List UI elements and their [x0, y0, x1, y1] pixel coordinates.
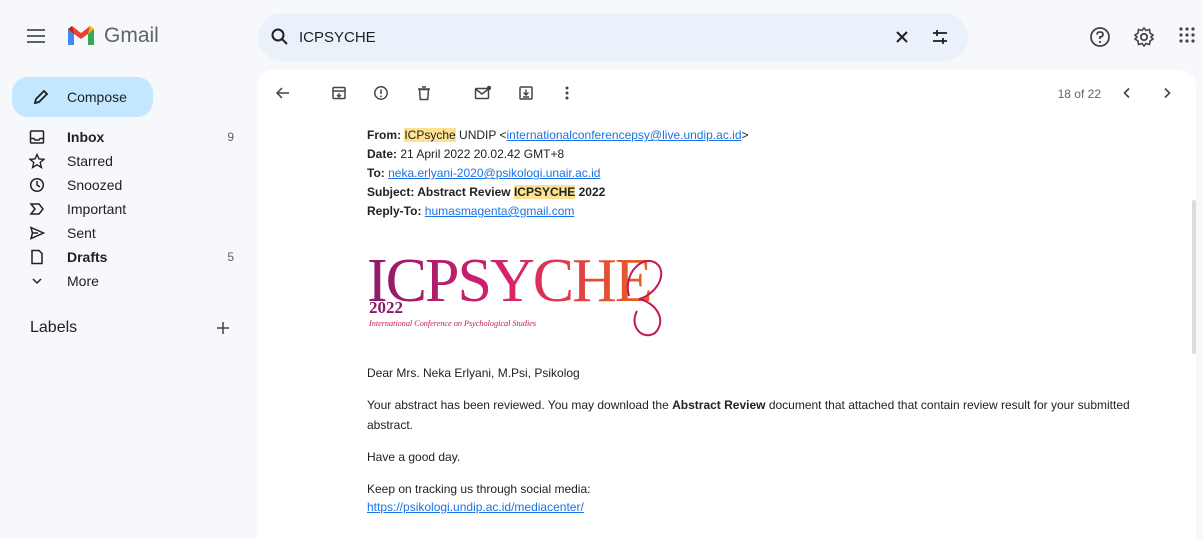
- clock-icon: [29, 177, 45, 193]
- logo-main-text: ICPSYCHE: [367, 247, 651, 315]
- important-icon: [29, 203, 44, 215]
- subject-tail: 2022: [575, 185, 606, 199]
- close-icon[interactable]: [892, 27, 912, 47]
- from-name: UNDIP <: [455, 128, 507, 142]
- sidebar-item-drafts[interactable]: Drafts 5: [0, 245, 256, 269]
- sidebar: Compose Inbox 9 Starred Snoozed Importan…: [0, 70, 256, 538]
- body-bold: Abstract Review: [672, 398, 766, 412]
- inbox-count: 9: [227, 130, 234, 144]
- compose-label: Compose: [67, 89, 127, 105]
- chevron-left-icon[interactable]: [1120, 86, 1134, 100]
- nav-list: Inbox 9 Starred Snoozed Important Sent D…: [0, 125, 256, 293]
- pager-count: 18 of 22: [1057, 87, 1101, 101]
- media-center-link[interactable]: https://psikologi.undip.ac.id/mediacente…: [367, 500, 584, 514]
- replyto-line: Reply-To: humasmagenta@gmail.com: [367, 202, 1157, 221]
- help-icon[interactable]: [1089, 26, 1111, 48]
- replyto-label: Reply-To:: [367, 204, 422, 218]
- message-toolbar: 18 of 22: [257, 70, 1196, 116]
- snooze-move-icon[interactable]: [517, 84, 535, 102]
- date-line: Date: 21 April 2022 20.02.42 GMT+8: [367, 145, 1157, 164]
- replyto-email-link[interactable]: humasmagenta@gmail.com: [425, 204, 575, 218]
- body-paragraph-1: Your abstract has been reviewed. You may…: [367, 395, 1157, 435]
- body-paragraph-3: Keep on tracking us through social media…: [367, 482, 591, 496]
- sidebar-item-more[interactable]: More: [0, 269, 256, 293]
- search-input[interactable]: ICPSYCHE: [299, 29, 376, 46]
- icpsyche-logo: ICPSYCHE 2022 International Conference o…: [367, 247, 663, 337]
- body-text: Your abstract has been reviewed. You may…: [367, 398, 673, 412]
- top-bar: Gmail ICPSYCHE: [0, 0, 1203, 70]
- star-icon: [29, 153, 45, 169]
- report-spam-icon[interactable]: [372, 84, 390, 102]
- send-icon: [29, 226, 45, 240]
- sidebar-item-label: Drafts: [67, 249, 108, 265]
- from-label: From:: [367, 128, 401, 142]
- add-label-icon[interactable]: [215, 320, 231, 336]
- gmail-m-icon: [68, 26, 94, 45]
- sidebar-item-label: Starred: [67, 153, 113, 169]
- subject-highlight: ICPSYCHE: [513, 185, 576, 199]
- search-options-icon[interactable]: [930, 27, 950, 47]
- from-close: >: [741, 128, 749, 142]
- apps-grid-icon[interactable]: [1178, 26, 1196, 44]
- mark-unread-icon[interactable]: [474, 84, 492, 102]
- more-vert-icon[interactable]: [558, 84, 576, 102]
- compose-button[interactable]: Compose: [12, 77, 153, 117]
- sidebar-item-snoozed[interactable]: Snoozed: [0, 173, 256, 197]
- from-email-link[interactable]: internationalconferencepsy@live.undip.ac…: [507, 128, 742, 142]
- pencil-icon: [33, 89, 49, 105]
- subject-line: Subject: Abstract Review ICPSYCHE 2022: [367, 183, 1157, 202]
- back-arrow-icon[interactable]: [274, 84, 292, 102]
- main-menu-icon[interactable]: [24, 24, 48, 48]
- chevron-down-icon: [32, 278, 42, 285]
- body-paragraph-2: Have a good day.: [367, 450, 461, 464]
- search-icon[interactable]: [270, 27, 290, 47]
- sidebar-item-inbox[interactable]: Inbox 9: [0, 125, 256, 149]
- gmail-logo-text: Gmail: [104, 24, 159, 47]
- date-label: Date:: [367, 147, 398, 161]
- subject-label: Subject: Abstract Review: [367, 185, 514, 199]
- draft-file-icon: [31, 249, 43, 265]
- drafts-count: 5: [227, 250, 234, 264]
- settings-gear-icon[interactable]: [1133, 26, 1155, 48]
- search-highlight: ICPsyche: [404, 128, 456, 142]
- message-pane: 18 of 22 From: ICPsyche UNDIP <internati…: [257, 70, 1196, 538]
- sidebar-item-label: Sent: [67, 225, 96, 241]
- to-label: To:: [367, 166, 385, 180]
- logo-tagline: International Conference on Psychologica…: [368, 319, 536, 328]
- to-email-link[interactable]: neka.erlyani-2020@psikologi.unair.ac.id: [388, 166, 600, 180]
- inbox-icon: [29, 130, 45, 144]
- sidebar-item-starred[interactable]: Starred: [0, 149, 256, 173]
- trash-icon[interactable]: [415, 84, 433, 102]
- gmail-logo[interactable]: Gmail: [66, 24, 159, 48]
- search-bar[interactable]: ICPSYCHE: [258, 13, 968, 61]
- scrollbar-thumb[interactable]: [1192, 200, 1196, 354]
- labels-heading: Labels: [30, 319, 78, 336]
- email-body: From: ICPsyche UNDIP <internationalconfe…: [367, 126, 1157, 515]
- from-line: From: ICPsyche UNDIP <internationalconfe…: [367, 126, 1157, 145]
- sidebar-item-label: Important: [67, 201, 127, 217]
- to-line: To: neka.erlyani-2020@psikologi.unair.ac…: [367, 164, 1157, 183]
- chevron-right-icon[interactable]: [1160, 86, 1174, 100]
- media-center-link-line: https://psikologi.undip.ac.id/mediacente…: [367, 499, 1157, 515]
- sidebar-item-important[interactable]: Important: [0, 197, 256, 221]
- sidebar-item-label: Inbox: [67, 129, 105, 145]
- date-value: 21 April 2022 20.02.42 GMT+8: [397, 147, 565, 161]
- archive-icon[interactable]: [330, 84, 348, 102]
- greeting: Dear Mrs. Neka Erlyani, M.Psi, Psikolog: [367, 366, 580, 380]
- logo-year: 2022: [369, 298, 403, 317]
- sidebar-item-label: Snoozed: [67, 177, 123, 193]
- sidebar-item-sent[interactable]: Sent: [0, 221, 256, 245]
- sidebar-item-label: More: [67, 273, 99, 289]
